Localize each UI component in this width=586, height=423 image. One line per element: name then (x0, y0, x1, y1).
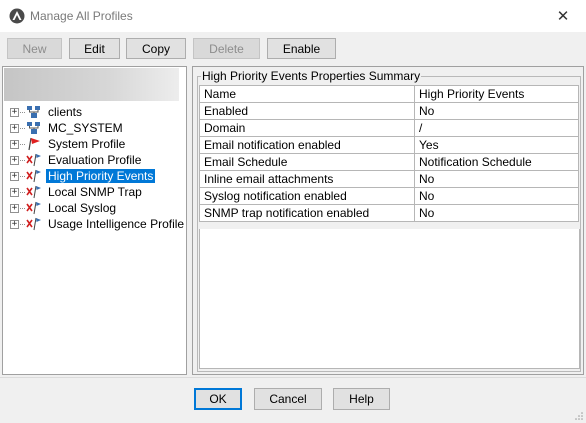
tree-item-usage-intelligence-profile[interactable]: + Usage Intelligence Profile (10, 216, 186, 232)
tree-item-label: MC_SYSTEM (48, 121, 123, 135)
table-row[interactable]: Inline email attachments No (199, 170, 579, 188)
table-row[interactable]: Syslog notification enabled No (199, 187, 579, 205)
property-value: / (414, 119, 579, 137)
enable-button[interactable]: Enable (267, 38, 336, 59)
table-row[interactable]: Domain / (199, 119, 579, 137)
resize-grip-icon[interactable] (574, 411, 584, 421)
expand-icon[interactable]: + (10, 203, 19, 213)
property-key: Domain (199, 119, 415, 137)
tree-item-label: Usage Intelligence Profile (48, 217, 185, 231)
tree-header-banner (4, 68, 179, 101)
property-value: Notification Schedule (414, 153, 579, 171)
tree-item-local-snmp-trap[interactable]: + Local SNMP Trap (10, 184, 144, 200)
properties-table: Name High Priority Events Enabled No Domai… (199, 85, 579, 222)
property-key: Email notification enabled (199, 136, 415, 154)
tree-item-label: Evaluation Profile (48, 153, 142, 167)
expand-icon[interactable]: + (10, 107, 19, 117)
delete-button[interactable]: Delete (193, 38, 260, 59)
footer-divider (0, 377, 586, 378)
app-logo-icon (9, 8, 25, 24)
group-icon (26, 104, 42, 120)
copy-button[interactable]: Copy (126, 38, 186, 59)
cancel-button[interactable]: Cancel (254, 388, 322, 410)
property-key: Syslog notification enabled (199, 187, 415, 205)
table-row[interactable]: Email notification enabled Yes (199, 136, 579, 154)
expand-icon[interactable]: + (10, 139, 19, 149)
table-row[interactable]: Enabled No (199, 102, 579, 120)
edit-button[interactable]: Edit (69, 38, 120, 59)
tree-item-label: clients (48, 105, 83, 119)
property-key: Enabled (199, 102, 415, 120)
tree-item-evaluation-profile[interactable]: + Evaluation Profile (10, 152, 143, 168)
expand-icon[interactable]: + (10, 219, 19, 229)
tree-item-system-profile[interactable]: + System Profile (10, 136, 127, 152)
tree-item-high-priority-events[interactable]: + High Priority Events (10, 168, 156, 184)
disabled-profile-icon (26, 184, 42, 200)
table-row[interactable]: SNMP trap notification enabled No (199, 204, 579, 222)
disabled-profile-icon (26, 216, 42, 232)
property-key: SNMP trap notification enabled (199, 204, 415, 222)
close-button[interactable]: ✕ (540, 0, 586, 32)
red-flag-icon (26, 136, 42, 152)
properties-panel: High Priority Events Properties Summary … (192, 66, 584, 375)
property-value: No (414, 204, 579, 222)
property-key: Inline email attachments (199, 170, 415, 188)
tree-item-label: Local SNMP Trap (48, 185, 142, 199)
property-value: Yes (414, 136, 579, 154)
disabled-profile-icon (26, 200, 42, 216)
tree-item-mc-system[interactable]: + MC_SYSTEM (10, 120, 125, 136)
property-value: No (414, 102, 579, 120)
property-value: No (414, 170, 579, 188)
table-row[interactable]: Email Schedule Notification Schedule (199, 153, 579, 171)
toolbar: New Edit Copy Delete Enable (0, 34, 586, 64)
group-icon (26, 120, 42, 136)
tree-item-local-syslog[interactable]: + Local Syslog (10, 200, 118, 216)
tree-item-label: Local Syslog (48, 201, 117, 215)
tree-item-clients[interactable]: + clients (10, 104, 84, 120)
table-row[interactable]: Name High Priority Events (199, 85, 579, 103)
profile-tree[interactable]: + clients + MC_SYSTEM + System Profile +… (2, 66, 187, 375)
close-icon: ✕ (556, 8, 570, 25)
window-title: Manage All Profiles (30, 9, 133, 23)
table-empty-area (199, 229, 580, 369)
new-button[interactable]: New (7, 38, 62, 59)
property-value: High Priority Events (414, 85, 579, 103)
property-value: No (414, 187, 579, 205)
expand-icon[interactable]: + (10, 123, 19, 133)
disabled-profile-icon (26, 152, 42, 168)
ok-button[interactable]: OK (194, 388, 242, 410)
tree-item-label: High Priority Events (46, 169, 156, 183)
property-key: Email Schedule (199, 153, 415, 171)
disabled-profile-icon (26, 168, 42, 184)
expand-icon[interactable]: + (10, 155, 19, 165)
title-bar: Manage All Profiles ✕ (0, 0, 586, 32)
help-button[interactable]: Help (333, 388, 390, 410)
expand-icon[interactable]: + (10, 187, 19, 197)
expand-icon[interactable]: + (10, 171, 19, 181)
tree-item-label: System Profile (48, 137, 126, 151)
group-title: High Priority Events Properties Summary (201, 69, 422, 83)
property-key: Name (199, 85, 415, 103)
